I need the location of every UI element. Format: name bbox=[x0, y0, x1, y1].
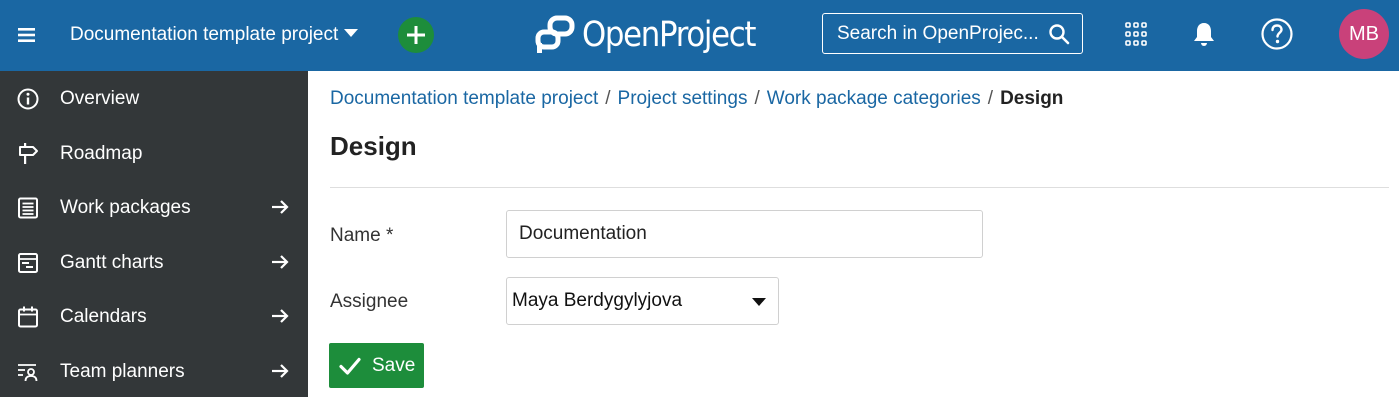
hamburger-menu-button[interactable] bbox=[14, 22, 40, 48]
breadcrumb-separator: / bbox=[754, 88, 760, 109]
sidebar-item-label: Overview bbox=[60, 88, 140, 109]
search-icon[interactable] bbox=[1048, 23, 1070, 45]
avatar-initials: MB bbox=[1349, 22, 1379, 45]
breadcrumb-link-categories[interactable]: Work package categories bbox=[767, 88, 981, 110]
breadcrumb-link-project-settings[interactable]: Project settings bbox=[618, 88, 748, 110]
openproject-logo-icon bbox=[535, 15, 575, 53]
notifications-button[interactable] bbox=[1190, 20, 1218, 48]
sidebar-item-label: Team planners bbox=[60, 361, 185, 382]
global-search[interactable] bbox=[822, 13, 1083, 54]
name-field-label: Name * bbox=[330, 225, 394, 246]
bell-icon bbox=[1194, 23, 1214, 46]
modules-menu-button[interactable] bbox=[1124, 21, 1148, 47]
chevron-down-icon bbox=[752, 298, 766, 306]
calendar-icon bbox=[18, 306, 38, 328]
signpost-icon bbox=[19, 143, 38, 164]
arrow-right-icon[interactable] bbox=[270, 306, 290, 326]
page-title: Design bbox=[330, 131, 417, 161]
sidebar: Overview Roadmap Work packages Gantt cha… bbox=[0, 71, 308, 397]
logo-text: OpenProject bbox=[582, 14, 756, 55]
chevron-down-icon bbox=[344, 29, 359, 37]
sidebar-item-label: Gantt charts bbox=[60, 252, 164, 273]
sidebar-item-gantt-charts[interactable]: Gantt charts bbox=[0, 236, 308, 290]
sidebar-item-roadmap[interactable]: Roadmap bbox=[0, 127, 308, 181]
grid-icon bbox=[1125, 22, 1147, 46]
breadcrumb: Documentation template project / Project… bbox=[330, 88, 1063, 110]
info-icon bbox=[17, 88, 39, 110]
save-button-label: Save bbox=[372, 354, 416, 376]
breadcrumb-separator: / bbox=[605, 88, 611, 109]
list-icon bbox=[18, 197, 38, 219]
project-selector[interactable]: Documentation template project bbox=[70, 20, 359, 50]
hamburger-icon bbox=[18, 28, 35, 42]
breadcrumb-current: Design bbox=[1000, 88, 1064, 109]
sidebar-item-overview[interactable]: Overview bbox=[0, 72, 308, 126]
sidebar-item-calendars[interactable]: Calendars bbox=[0, 290, 308, 344]
gantt-icon bbox=[18, 253, 38, 273]
checkmark-icon bbox=[339, 357, 361, 375]
top-header: Documentation template project OpenProje… bbox=[0, 0, 1399, 71]
assignee-field-label: Assignee bbox=[330, 291, 409, 312]
assignee-select[interactable]: Maya Berdygylyjova bbox=[506, 277, 779, 325]
help-button[interactable] bbox=[1260, 17, 1294, 51]
project-name: Documentation template project bbox=[70, 24, 339, 45]
plus-icon bbox=[407, 26, 425, 44]
user-avatar[interactable]: MB bbox=[1339, 9, 1389, 59]
sidebar-item-team-planners[interactable]: Team planners bbox=[0, 345, 308, 397]
title-divider bbox=[330, 187, 1389, 188]
help-icon bbox=[1261, 18, 1293, 50]
assignee-selected-value: Maya Berdygylyjova bbox=[512, 290, 683, 311]
search-input[interactable] bbox=[837, 22, 1045, 45]
name-field[interactable] bbox=[506, 210, 983, 258]
sidebar-item-label: Calendars bbox=[60, 306, 147, 327]
arrow-right-icon[interactable] bbox=[270, 361, 290, 381]
sidebar-item-work-packages[interactable]: Work packages bbox=[0, 181, 308, 235]
team-planner-icon bbox=[18, 364, 38, 382]
save-button[interactable]: Save bbox=[329, 343, 424, 388]
arrow-right-icon[interactable] bbox=[270, 197, 290, 217]
openproject-logo[interactable]: OpenProject bbox=[534, 12, 779, 58]
breadcrumb-link-project[interactable]: Documentation template project bbox=[330, 88, 598, 110]
sidebar-item-label: Roadmap bbox=[60, 143, 143, 164]
breadcrumb-separator: / bbox=[987, 88, 994, 109]
arrow-right-icon[interactable] bbox=[270, 252, 290, 272]
add-button[interactable] bbox=[398, 17, 434, 53]
sidebar-item-label: Work packages bbox=[60, 197, 191, 218]
